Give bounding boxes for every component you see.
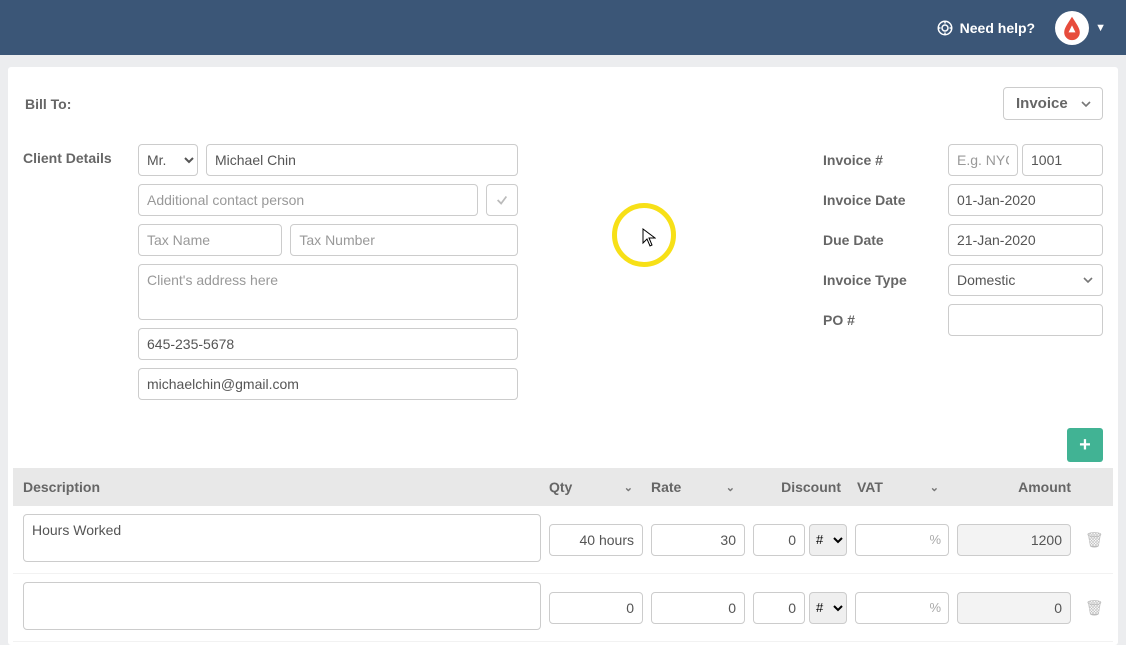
due-date-label: Due Date — [823, 232, 948, 248]
col-rate: Rate — [651, 479, 681, 495]
client-title-select[interactable]: Mr. — [138, 144, 198, 176]
line-rate-input[interactable] — [651, 524, 745, 556]
rate-dropdown[interactable]: ⌄ — [726, 481, 735, 494]
col-description: Description — [19, 479, 541, 495]
due-date-input[interactable] — [948, 224, 1103, 256]
col-qty: Qty — [549, 479, 572, 495]
line-vat-input[interactable] — [855, 524, 949, 556]
client-phone-input[interactable] — [138, 328, 518, 360]
client-address-input[interactable] — [138, 264, 518, 320]
bill-to-label: Bill To: — [13, 96, 71, 112]
line-discount-type-select[interactable]: # — [809, 592, 847, 624]
line-rate-input[interactable] — [651, 592, 745, 624]
confirm-contact-button[interactable] — [486, 184, 518, 216]
client-email-input[interactable] — [138, 368, 518, 400]
po-label: PO # — [823, 312, 948, 328]
line-discount-type-select[interactable]: # — [809, 524, 847, 556]
line-description-input[interactable] — [23, 582, 541, 630]
tax-number-input[interactable] — [290, 224, 518, 256]
chevron-down-icon: ▼ — [1095, 22, 1106, 34]
client-details-label: Client Details — [23, 144, 138, 408]
table-row: # % 🗑 — [13, 574, 1113, 642]
vat-dropdown[interactable]: ⌄ — [930, 481, 939, 494]
col-amount: Amount — [957, 479, 1077, 495]
need-help-link[interactable]: Need help? — [936, 19, 1035, 37]
document-type-select[interactable]: Invoice — [1003, 87, 1103, 120]
po-input[interactable] — [948, 304, 1103, 336]
tax-name-input[interactable] — [138, 224, 282, 256]
table-row: # % 🗑 — [13, 506, 1113, 574]
line-amount-output — [957, 524, 1071, 556]
line-vat-input[interactable] — [855, 592, 949, 624]
client-name-input[interactable] — [206, 144, 518, 176]
invoice-type-label: Invoice Type — [823, 272, 948, 288]
avatar-drop-icon — [1061, 15, 1083, 41]
user-menu[interactable]: ▼ — [1055, 11, 1106, 45]
line-discount-input[interactable] — [753, 524, 805, 556]
delete-line-button[interactable]: 🗑 — [1085, 599, 1104, 617]
additional-contact-input[interactable] — [138, 184, 478, 216]
qty-dropdown[interactable]: ⌄ — [624, 481, 633, 494]
line-amount-output — [957, 592, 1071, 624]
line-discount-input[interactable] — [753, 592, 805, 624]
invoice-prefix-input[interactable] — [948, 144, 1018, 176]
line-qty-input[interactable] — [549, 592, 643, 624]
need-help-label: Need help? — [960, 20, 1035, 36]
check-icon — [495, 193, 509, 207]
invoice-date-input[interactable] — [948, 184, 1103, 216]
add-line-button[interactable]: + — [1067, 428, 1103, 462]
avatar — [1055, 11, 1089, 45]
help-icon — [936, 19, 954, 37]
invoice-date-label: Invoice Date — [823, 192, 948, 208]
invoice-number-input[interactable] — [1022, 144, 1103, 176]
invoice-number-label: Invoice # — [823, 152, 948, 168]
invoice-type-select[interactable]: Domestic — [948, 264, 1103, 296]
delete-line-button[interactable]: 🗑 — [1085, 531, 1104, 549]
col-discount: Discount — [781, 479, 841, 495]
line-qty-input[interactable] — [549, 524, 643, 556]
col-vat: VAT — [857, 479, 883, 495]
line-description-input[interactable] — [23, 514, 541, 562]
